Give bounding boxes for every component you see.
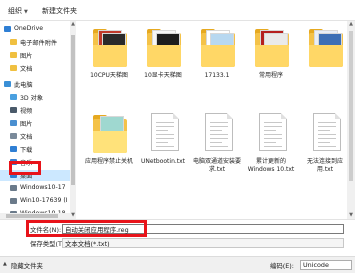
folder-item[interactable]: 常用程序 bbox=[245, 25, 297, 80]
folder-item[interactable]: 10显卡天梯图 bbox=[137, 25, 189, 80]
file-name-label: 累计更新的 Windows 10.txt bbox=[247, 158, 295, 173]
organize-menu[interactable]: 组织 ▼ bbox=[8, 6, 28, 16]
folder-item[interactable]: 17133.1 bbox=[191, 25, 243, 80]
sidebar-item-label: 视频 bbox=[20, 108, 33, 115]
cloud-icon bbox=[4, 26, 11, 32]
folder-icon bbox=[253, 25, 289, 69]
encoding-value: Unicode bbox=[303, 261, 329, 269]
picture-icon bbox=[10, 120, 17, 126]
hide-folders-toggle[interactable]: 隐藏文件夹 bbox=[11, 261, 43, 270]
sidebar-item-label: 电子邮件附件 bbox=[20, 40, 58, 47]
new-folder-button[interactable]: 新建文件夹 bbox=[42, 6, 77, 16]
scroll-down-icon[interactable]: ▼ bbox=[70, 212, 76, 218]
sidebar-item[interactable]: 文档 bbox=[0, 131, 71, 142]
drive-icon bbox=[10, 198, 17, 204]
folder-icon bbox=[10, 65, 17, 71]
sidebar-item-label: OneDrive bbox=[14, 25, 44, 32]
sidebar-item[interactable]: 电子邮件附件 bbox=[0, 37, 71, 48]
dialog-footer: ▲ 隐藏文件夹 编码(E): Unicode bbox=[0, 256, 355, 273]
download-icon bbox=[10, 146, 17, 152]
file-item[interactable]: 无法连接到应用.txt bbox=[299, 111, 347, 174]
file-name-label: 17133.1 bbox=[204, 72, 230, 79]
file-list-scrollbar-thumb[interactable] bbox=[349, 31, 353, 181]
file-name-label: 10显卡天梯图 bbox=[144, 72, 182, 79]
sidebar-item[interactable]: 图片 bbox=[0, 50, 71, 61]
file-name-label: 10CPU天梯图 bbox=[90, 72, 128, 79]
folder-icon bbox=[91, 111, 127, 155]
toolbar: 组织 ▼ 新建文件夹 bbox=[0, 0, 355, 21]
file-item[interactable]: 电脑双通道安装要求.txt bbox=[191, 111, 243, 174]
scroll-up-icon[interactable]: ▲ bbox=[347, 21, 355, 27]
sidebar-item-label: 此电脑 bbox=[14, 82, 33, 89]
file-list: 10CPU天梯图 10显卡天梯图 17133.1 常用程序应用程序禁止关机 UNetbo… bbox=[77, 21, 347, 219]
sidebar-item-label: 3D 对象 bbox=[20, 95, 44, 102]
file-name-label: 应用程序禁止关机 bbox=[84, 158, 133, 165]
sidebar-item-label: Win10-17639 (I bbox=[20, 197, 68, 204]
save-as-dialog: 组织 ▼ 新建文件夹 OneDrive 电子邮件附件 图片 文档 此电脑 3D 对象 视频 图片… bbox=[0, 0, 355, 273]
sidebar-item[interactable]: 文档 bbox=[0, 63, 71, 74]
sidebar-item-label: 图片 bbox=[20, 53, 33, 60]
navigation-scrollbar[interactable]: ▲ ▼ bbox=[70, 21, 76, 219]
encoding-select[interactable]: Unicode bbox=[300, 260, 352, 270]
folder-icon bbox=[10, 52, 17, 58]
sidebar-item-label: Windows10-17 bbox=[20, 184, 66, 191]
sidebar-item[interactable]: 图片 bbox=[0, 118, 71, 129]
scroll-down-icon[interactable]: ▼ bbox=[347, 212, 355, 218]
folder-icon bbox=[145, 25, 181, 69]
file-name-label: UNetbootin.txt bbox=[140, 158, 186, 165]
cube-icon bbox=[10, 94, 17, 100]
sidebar-item-label: 图片 bbox=[20, 121, 33, 128]
folder-item[interactable]: 应用程序禁止关机 bbox=[83, 111, 135, 166]
scroll-up-icon[interactable]: ▲ bbox=[70, 21, 76, 27]
sidebar-item-label: 下载 bbox=[20, 147, 33, 154]
desktop-highlight bbox=[9, 161, 41, 175]
sidebar-item[interactable]: 此电脑 bbox=[0, 79, 71, 90]
sidebar-item[interactable]: Windows10-17 bbox=[0, 183, 71, 194]
file-name-label: 电脑双通道安装要求.txt bbox=[192, 158, 241, 173]
chevron-up-icon[interactable]: ▲ bbox=[3, 261, 7, 267]
folder-item[interactable] bbox=[299, 25, 347, 72]
sidebar-item[interactable]: OneDrive bbox=[0, 24, 71, 35]
folder-item[interactable]: 10CPU天梯图 bbox=[83, 25, 135, 80]
text-file-icon bbox=[307, 111, 343, 155]
folder-icon bbox=[199, 25, 235, 69]
sidebar-item-label: 文档 bbox=[20, 134, 33, 141]
sidebar-item-label: 文档 bbox=[20, 66, 33, 73]
chevron-down-icon: ▼ bbox=[24, 9, 28, 15]
sidebar-item[interactable]: 3D 对象 bbox=[0, 92, 71, 103]
sidebar-item[interactable]: 视频 bbox=[0, 105, 71, 116]
text-file-icon bbox=[253, 111, 289, 155]
sidebar-item[interactable]: 下载 bbox=[0, 144, 71, 155]
text-file-icon bbox=[199, 111, 235, 155]
folder-icon bbox=[10, 39, 17, 45]
organize-label: 组织 bbox=[8, 7, 22, 15]
computer-icon bbox=[4, 81, 11, 87]
file-name-label: 无法连接到应用.txt bbox=[306, 158, 343, 173]
filetype-select[interactable]: 文本文档(*.txt) bbox=[62, 238, 344, 248]
file-item[interactable]: UNetbootin.txt bbox=[137, 111, 189, 166]
text-file-icon bbox=[145, 111, 181, 155]
document-icon bbox=[10, 133, 17, 139]
folder-icon bbox=[307, 25, 343, 69]
sidebar-item[interactable]: Win10-17639 (I bbox=[0, 196, 71, 207]
file-list-scrollbar[interactable]: ▲ ▼ bbox=[347, 21, 355, 219]
drive-icon bbox=[10, 185, 17, 191]
navigation-pane: OneDrive 电子邮件附件 图片 文档 此电脑 3D 对象 视频 图片 文档 下载 音乐 桌面 Wi… bbox=[0, 21, 72, 219]
filetype-row: 保存类型(T): 文本文档(*.txt) bbox=[0, 237, 355, 249]
file-item[interactable]: 累计更新的 Windows 10.txt bbox=[245, 111, 297, 174]
navigation-scrollbar-thumb[interactable] bbox=[71, 35, 75, 185]
encoding-label: 编码(E): bbox=[270, 262, 294, 270]
folder-icon bbox=[91, 25, 127, 69]
horizontal-scrollbar-thumb[interactable] bbox=[6, 214, 58, 218]
video-icon bbox=[10, 107, 17, 113]
file-name-label: 常用程序 bbox=[258, 72, 283, 79]
filename-highlight bbox=[26, 220, 147, 237]
